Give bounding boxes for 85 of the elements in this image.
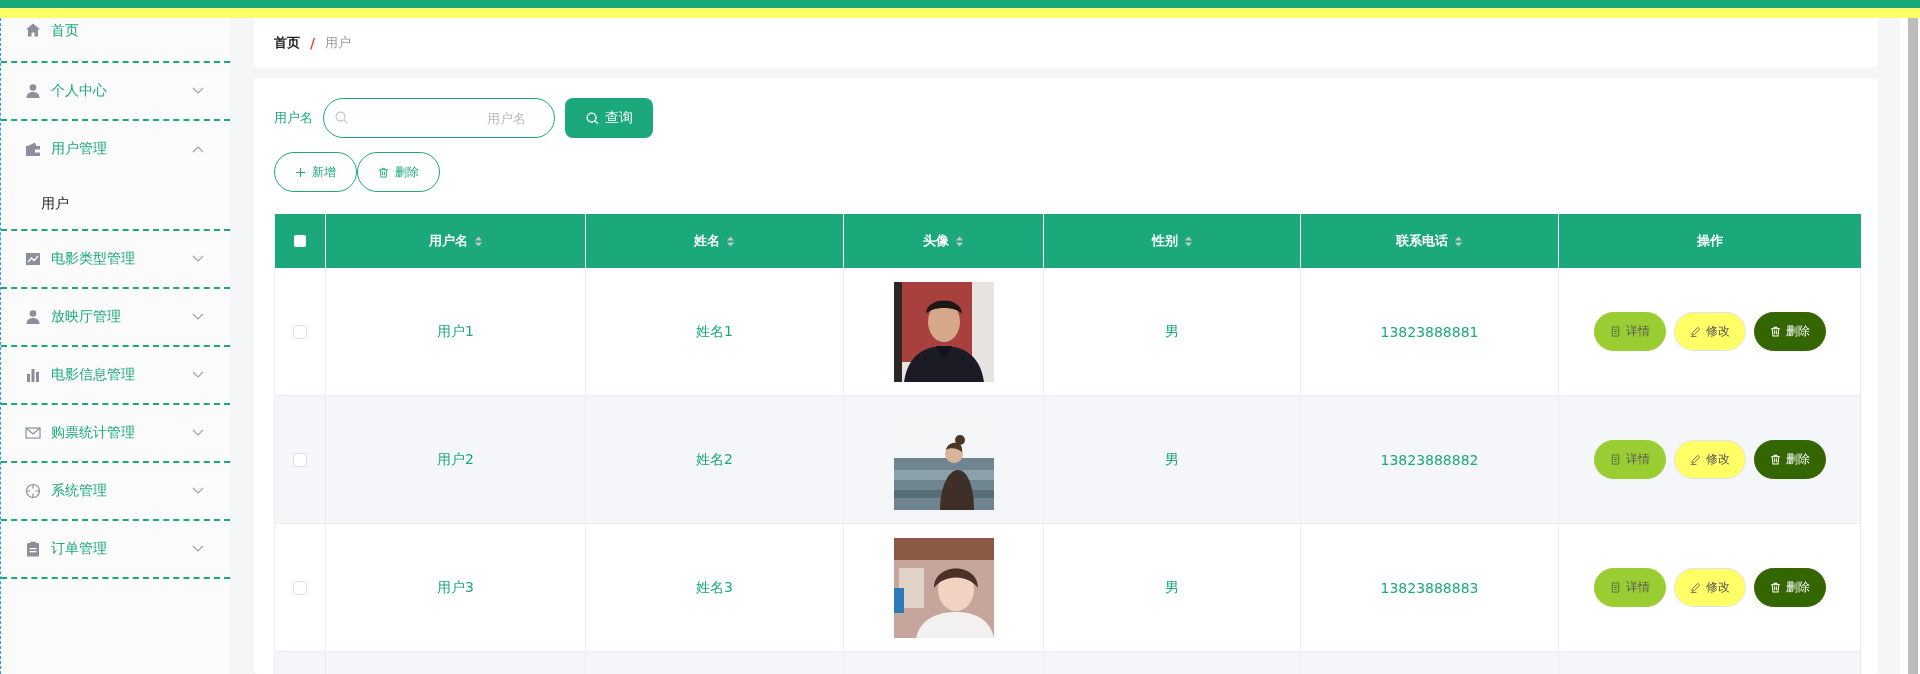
column-header: 姓名 xyxy=(694,232,720,250)
edit-button[interactable]: 修改 xyxy=(1673,312,1746,351)
crosshair-icon xyxy=(25,483,41,499)
chevron-icon xyxy=(192,371,204,379)
envelope-icon xyxy=(25,425,41,441)
menu-item[interactable]: 个人中心 xyxy=(1,63,230,119)
breadcrumb-link[interactable]: 首页 xyxy=(274,33,300,52)
row-checkbox[interactable] xyxy=(293,452,307,467)
chevron-icon xyxy=(192,545,204,553)
chevron-icon xyxy=(192,429,204,437)
pencil-icon xyxy=(1689,582,1701,593)
search-field[interactable]: 用户名 xyxy=(323,98,555,138)
sort-icon[interactable] xyxy=(473,234,483,248)
document-icon xyxy=(1609,582,1621,593)
column-header: 联系电话 xyxy=(1396,232,1448,250)
select-all-checkbox[interactable] xyxy=(294,235,306,247)
table-cell: 用户3 xyxy=(437,578,474,597)
trash-icon xyxy=(1769,454,1781,465)
sort-icon[interactable] xyxy=(1454,234,1463,248)
add-button[interactable]: 新增 xyxy=(274,152,357,192)
delete-button[interactable]: 删除 xyxy=(1753,568,1826,607)
breadcrumb-link[interactable]: 用户 xyxy=(325,33,352,52)
column-header: 性别 xyxy=(1151,232,1178,250)
table-cell: 男 xyxy=(1165,322,1179,341)
menu-item[interactable]: 电影类型管理 xyxy=(1,231,230,287)
table-cell: 姓名3 xyxy=(696,578,733,597)
chevron-icon xyxy=(192,87,204,95)
trash-icon xyxy=(378,166,389,178)
detail-button[interactable]: 详情 xyxy=(1593,312,1666,351)
detail-button[interactable]: 详情 xyxy=(1593,440,1666,479)
submenu-item[interactable]: 用户 xyxy=(1,177,230,229)
search-icon xyxy=(585,111,599,125)
table-cell: 姓名1 xyxy=(696,322,733,341)
search-icon xyxy=(335,111,348,124)
row-checkbox[interactable] xyxy=(293,324,307,339)
edit-button[interactable]: 修改 xyxy=(1673,568,1746,607)
table-cell: 13823888882 xyxy=(1380,451,1479,468)
table-cell: 13823888881 xyxy=(1380,323,1479,340)
menu-item[interactable]: 用户管理 xyxy=(1,121,230,177)
sort-icon[interactable] xyxy=(955,234,964,248)
plus-icon xyxy=(295,166,306,178)
column-header: 用户名 xyxy=(428,232,468,250)
chevron-icon xyxy=(192,145,204,153)
table-cell: 姓名2 xyxy=(696,450,733,469)
document-icon xyxy=(1609,326,1621,337)
delete-button[interactable]: 删除 xyxy=(357,152,440,192)
edit-button[interactable]: 修改 xyxy=(1673,440,1746,479)
sort-icon[interactable] xyxy=(1183,234,1193,248)
menu-item[interactable]: 系统管理 xyxy=(1,463,230,519)
pencil-icon xyxy=(1689,454,1701,465)
bar-chart-icon xyxy=(25,367,41,383)
column-header: 头像 xyxy=(923,232,949,250)
delete-button[interactable]: 删除 xyxy=(1753,312,1826,351)
table-cell: 男 xyxy=(1165,450,1179,469)
trash-icon xyxy=(1769,326,1781,337)
delete-button[interactable]: 删除 xyxy=(1753,440,1826,479)
trash-icon xyxy=(1769,582,1781,593)
pencil-icon xyxy=(1689,326,1701,337)
chevron-icon xyxy=(192,313,204,321)
table-cell: 用户1 xyxy=(437,322,474,341)
row-checkbox[interactable] xyxy=(293,580,307,595)
column-header: 操作 xyxy=(1697,232,1723,250)
search-button[interactable]: 查询 xyxy=(565,98,653,138)
chevron-icon xyxy=(192,255,204,263)
clipboard-icon xyxy=(25,541,41,557)
menu-item[interactable]: 首页 xyxy=(1,18,230,61)
menu-item[interactable]: 电影信息管理 xyxy=(1,347,230,403)
table-cell: 13823888883 xyxy=(1380,579,1479,596)
document-icon xyxy=(1609,454,1621,465)
person-icon xyxy=(25,83,41,99)
breadcrumb-separator: / xyxy=(310,34,316,51)
table-cell: 用户2 xyxy=(437,450,474,469)
search-label: 用户名 xyxy=(274,109,313,127)
scrollbar-thumb[interactable] xyxy=(1908,18,1918,674)
menu-item[interactable]: 放映厅管理 xyxy=(1,289,230,345)
chevron-icon xyxy=(192,487,204,495)
person-icon xyxy=(25,309,41,325)
menu-item[interactable]: 购票统计管理 xyxy=(1,405,230,461)
line-chart-icon xyxy=(25,251,41,267)
table-cell: 男 xyxy=(1165,578,1179,597)
detail-button[interactable]: 详情 xyxy=(1593,568,1666,607)
wallet-icon xyxy=(25,141,41,157)
sort-icon[interactable] xyxy=(726,234,735,248)
menu-item[interactable]: 订单管理 xyxy=(1,521,230,577)
home-icon xyxy=(25,22,41,38)
